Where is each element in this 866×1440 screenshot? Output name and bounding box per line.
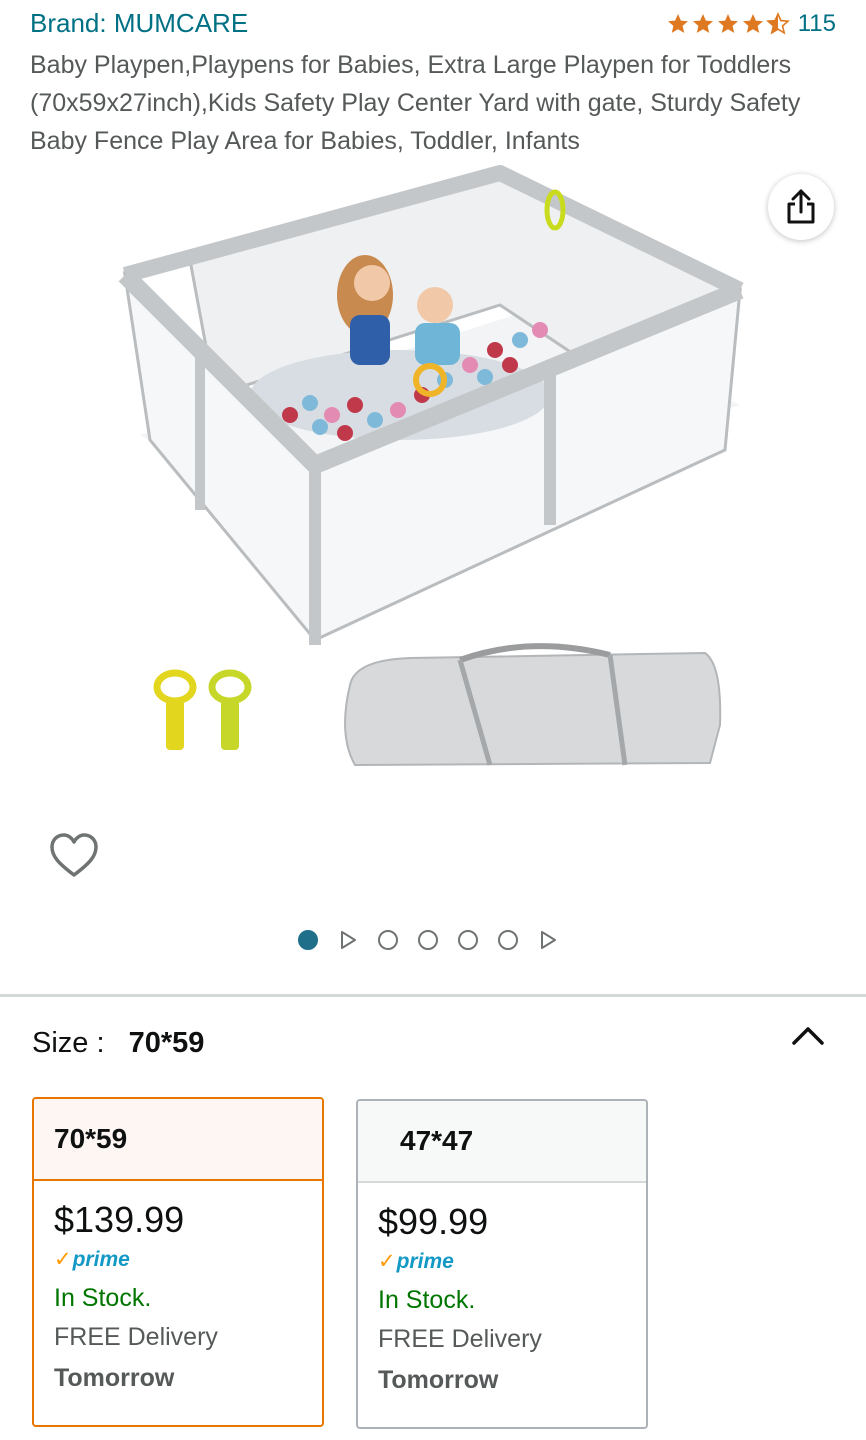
carousel-dot[interactable]: [458, 930, 478, 950]
price: $99.99: [378, 1201, 489, 1242]
size-option-name: 47*47: [358, 1101, 646, 1183]
product-image[interactable]: [110, 165, 760, 775]
share-button[interactable]: [768, 174, 834, 240]
video-play-icon[interactable]: [538, 930, 558, 950]
carousel-dot[interactable]: [378, 930, 398, 950]
size-label: Size :: [32, 1027, 105, 1059]
carousel-dot-active[interactable]: [298, 930, 318, 950]
size-option-47x47[interactable]: 47*47 $99.99 ✓ prime In Stock. FREE Deliv…: [356, 1099, 648, 1429]
rating-summary[interactable]: 115: [666, 10, 836, 38]
carousel-dot[interactable]: [418, 930, 438, 950]
star-half-icon: [765, 12, 790, 35]
size-option-70x59[interactable]: 70*59 $139.99 ✓ prime In Stock. FREE Deli…: [32, 1097, 324, 1427]
heart-icon[interactable]: [48, 830, 100, 882]
section-divider: [0, 994, 866, 997]
prime-check-icon: ✓: [378, 1250, 396, 1273]
delivery-label: FREE Delivery: [54, 1323, 218, 1351]
brand-link[interactable]: Brand: MUMCARE: [30, 8, 248, 39]
size-selector-header[interactable]: Size : 70*59: [32, 1027, 204, 1060]
size-value: 70*59: [128, 1027, 205, 1059]
size-option-name: 70*59: [34, 1099, 322, 1181]
prime-badge: ✓ prime: [54, 1247, 130, 1272]
delivery-date: Tomorrow: [378, 1366, 499, 1394]
carry-bag: [344, 643, 722, 767]
stock-status: In Stock.: [54, 1284, 152, 1312]
star-full-icon: [667, 14, 688, 33]
video-play-icon[interactable]: [338, 930, 358, 950]
chevron-up-icon[interactable]: [790, 1023, 826, 1049]
star-full-icon: [717, 14, 738, 33]
share-icon: [787, 189, 815, 224]
product-title: Baby Playpen,Playpens for Babies, Extra …: [30, 51, 801, 155]
delivery-date: Tomorrow: [54, 1364, 175, 1392]
star-full-icon: [692, 14, 713, 33]
price: $139.99: [54, 1199, 185, 1240]
star-rating: [666, 12, 790, 36]
stock-status: In Stock.: [378, 1286, 476, 1314]
star-full-icon: [742, 14, 763, 33]
prime-check-icon: ✓: [54, 1248, 72, 1271]
pull-rings: [153, 669, 252, 750]
carousel-dot[interactable]: [498, 930, 518, 950]
delivery-label: FREE Delivery: [378, 1325, 542, 1353]
carousel-indicator[interactable]: [298, 930, 558, 950]
rating-count[interactable]: 115: [798, 10, 836, 38]
prime-badge: ✓ prime: [378, 1249, 454, 1274]
